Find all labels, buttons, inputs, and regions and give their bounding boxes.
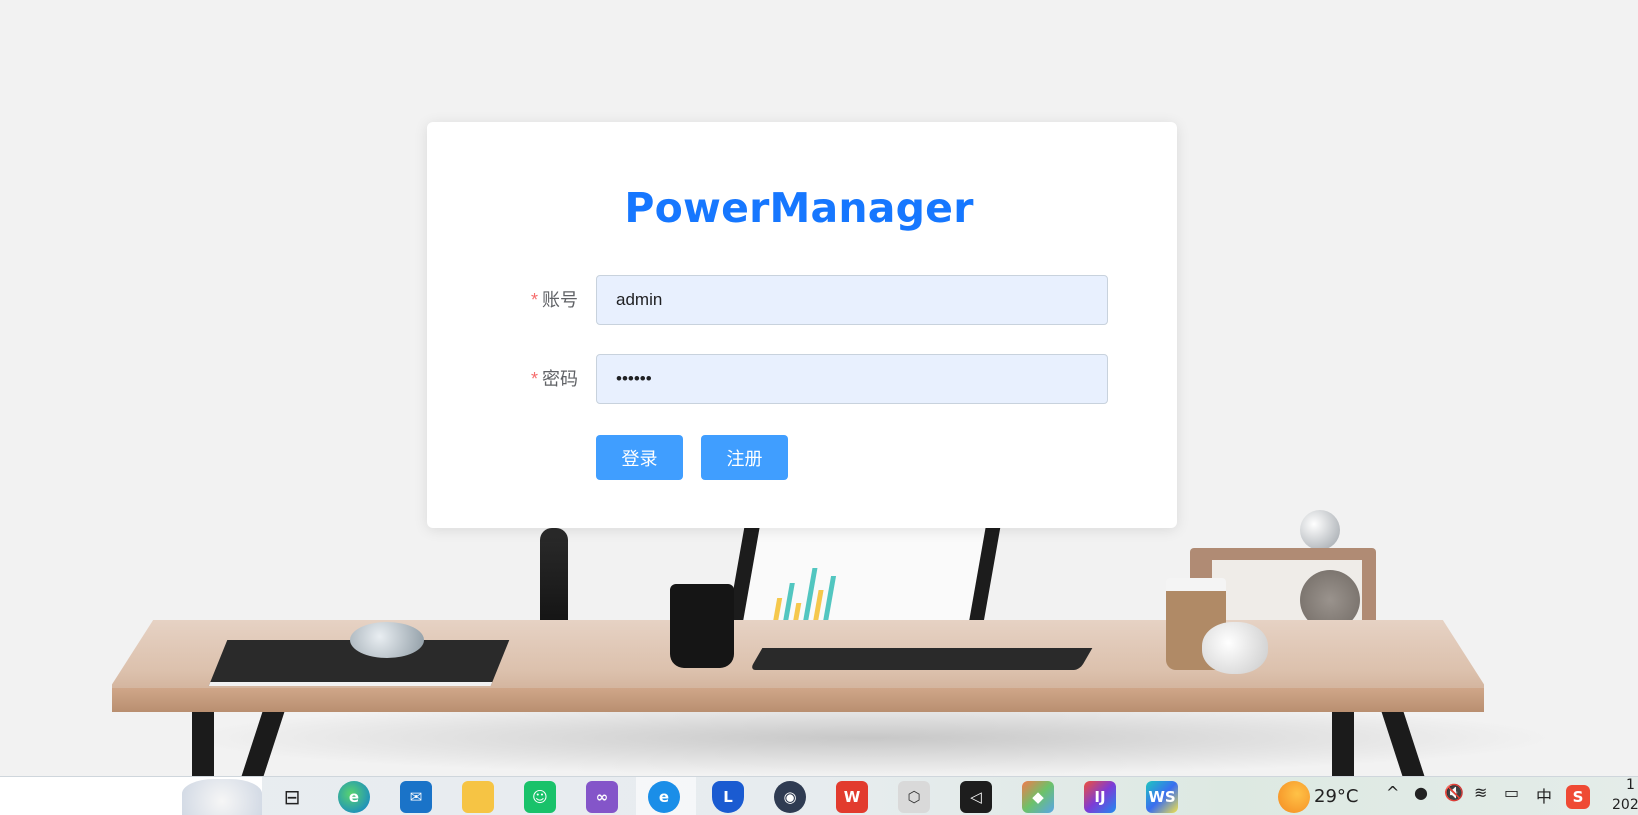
shopping-icon[interactable]: ☺	[524, 781, 556, 813]
edge-icon[interactable]: e	[338, 781, 370, 813]
search-highlight-bear-icon	[182, 779, 262, 815]
paper-ball-decoration	[1202, 622, 1268, 674]
wps-office-icon[interactable]: W	[836, 781, 868, 813]
account-label: * 账号	[531, 275, 578, 325]
volume-muted-icon[interactable]: 🔇	[1444, 783, 1464, 802]
register-button[interactable]: 注册	[701, 435, 788, 480]
lenovo-vantage-icon[interactable]: L	[712, 781, 744, 813]
weather-icon[interactable]	[1278, 781, 1310, 813]
git-icon[interactable]: ◆	[1022, 781, 1054, 813]
browser-icon[interactable]: ◉	[774, 781, 806, 813]
intellij-idea-icon[interactable]: IJ	[1084, 781, 1116, 813]
qq-icon[interactable]: ●	[1414, 783, 1428, 802]
mail-icon[interactable]: ✉	[400, 781, 432, 813]
webstorm-icon[interactable]: WS	[1146, 781, 1178, 813]
disco-ball-decoration	[1300, 510, 1340, 550]
login-card: PowerManager *账号 *密码 登录 注册	[427, 122, 1177, 528]
battery-icon[interactable]: ▭	[1504, 783, 1519, 802]
ime-indicator[interactable]: 中	[1536, 783, 1552, 807]
taskbar: ⊟ e ✉ ☺ ∞ e L ◉ W ⬡ ◁ ◆ IJ WS 29°C ^ ● 🔇…	[0, 776, 1638, 815]
password-input[interactable]	[596, 354, 1108, 404]
required-mark: *	[531, 369, 539, 389]
unity-hub-icon[interactable]: ⬡	[898, 781, 930, 813]
file-explorer-icon[interactable]	[462, 781, 494, 813]
wifi-icon[interactable]: ≋	[1474, 783, 1487, 802]
sogou-input-icon[interactable]: S	[1566, 785, 1590, 809]
task-view-icon[interactable]: ⊟	[276, 781, 308, 813]
login-button[interactable]: 登录	[596, 435, 683, 480]
table-leg	[192, 712, 214, 776]
visual-studio-icon[interactable]: ∞	[586, 781, 618, 813]
table-edge	[112, 688, 1484, 712]
account-input[interactable]	[596, 275, 1108, 325]
laptop-base	[749, 648, 1093, 670]
required-mark: *	[531, 290, 539, 310]
weather-temperature[interactable]: 29°C	[1314, 777, 1358, 815]
book-ornament	[350, 622, 424, 658]
mug-decoration	[670, 584, 734, 668]
password-label: * 密码	[531, 354, 578, 404]
internet-explorer-icon[interactable]: e	[648, 781, 680, 813]
clock-time[interactable]: 1	[1626, 777, 1635, 793]
chevron-up-icon[interactable]: ^	[1386, 783, 1399, 802]
account-row: * 账号	[427, 275, 1177, 325]
clock-date[interactable]: 202	[1612, 797, 1638, 813]
unity-icon[interactable]: ◁	[960, 781, 992, 813]
password-row: * 密码	[427, 354, 1177, 404]
app-title: PowerManager	[624, 184, 974, 232]
password-label-text: 密码	[542, 369, 579, 389]
account-label-text: 账号	[542, 290, 579, 310]
table-leg	[1332, 712, 1354, 776]
